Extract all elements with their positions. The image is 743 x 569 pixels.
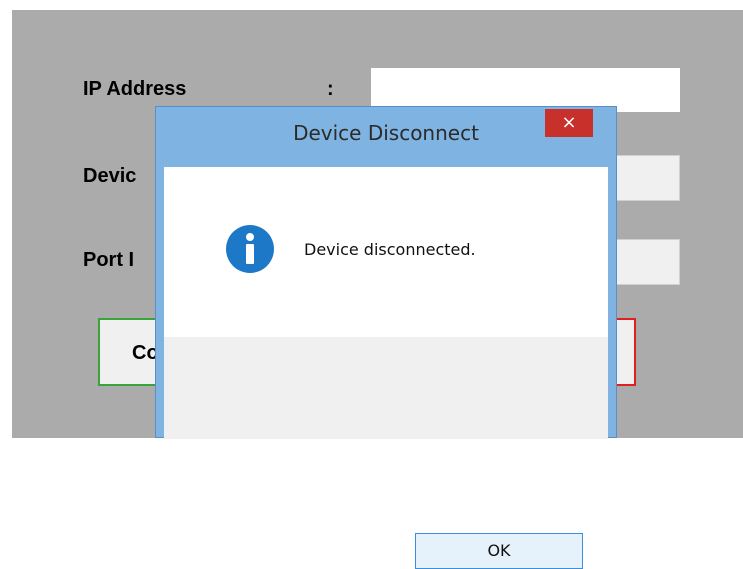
dialog-footer: OK [164,337,608,569]
dialog-body: Device disconnected. OK [164,167,608,569]
info-icon [226,225,274,273]
device-disconnect-dialog: Device Disconnect × Device disconnected.… [155,106,617,569]
dialog-message: Device disconnected. [304,240,476,259]
ip-address-colon: : [327,78,334,100]
device-label: Devic [83,165,137,187]
port-number-label: Port I [83,249,135,271]
close-button[interactable]: × [545,109,593,137]
ip-address-label: IP Address [83,78,187,100]
ok-button[interactable]: OK [415,533,583,569]
